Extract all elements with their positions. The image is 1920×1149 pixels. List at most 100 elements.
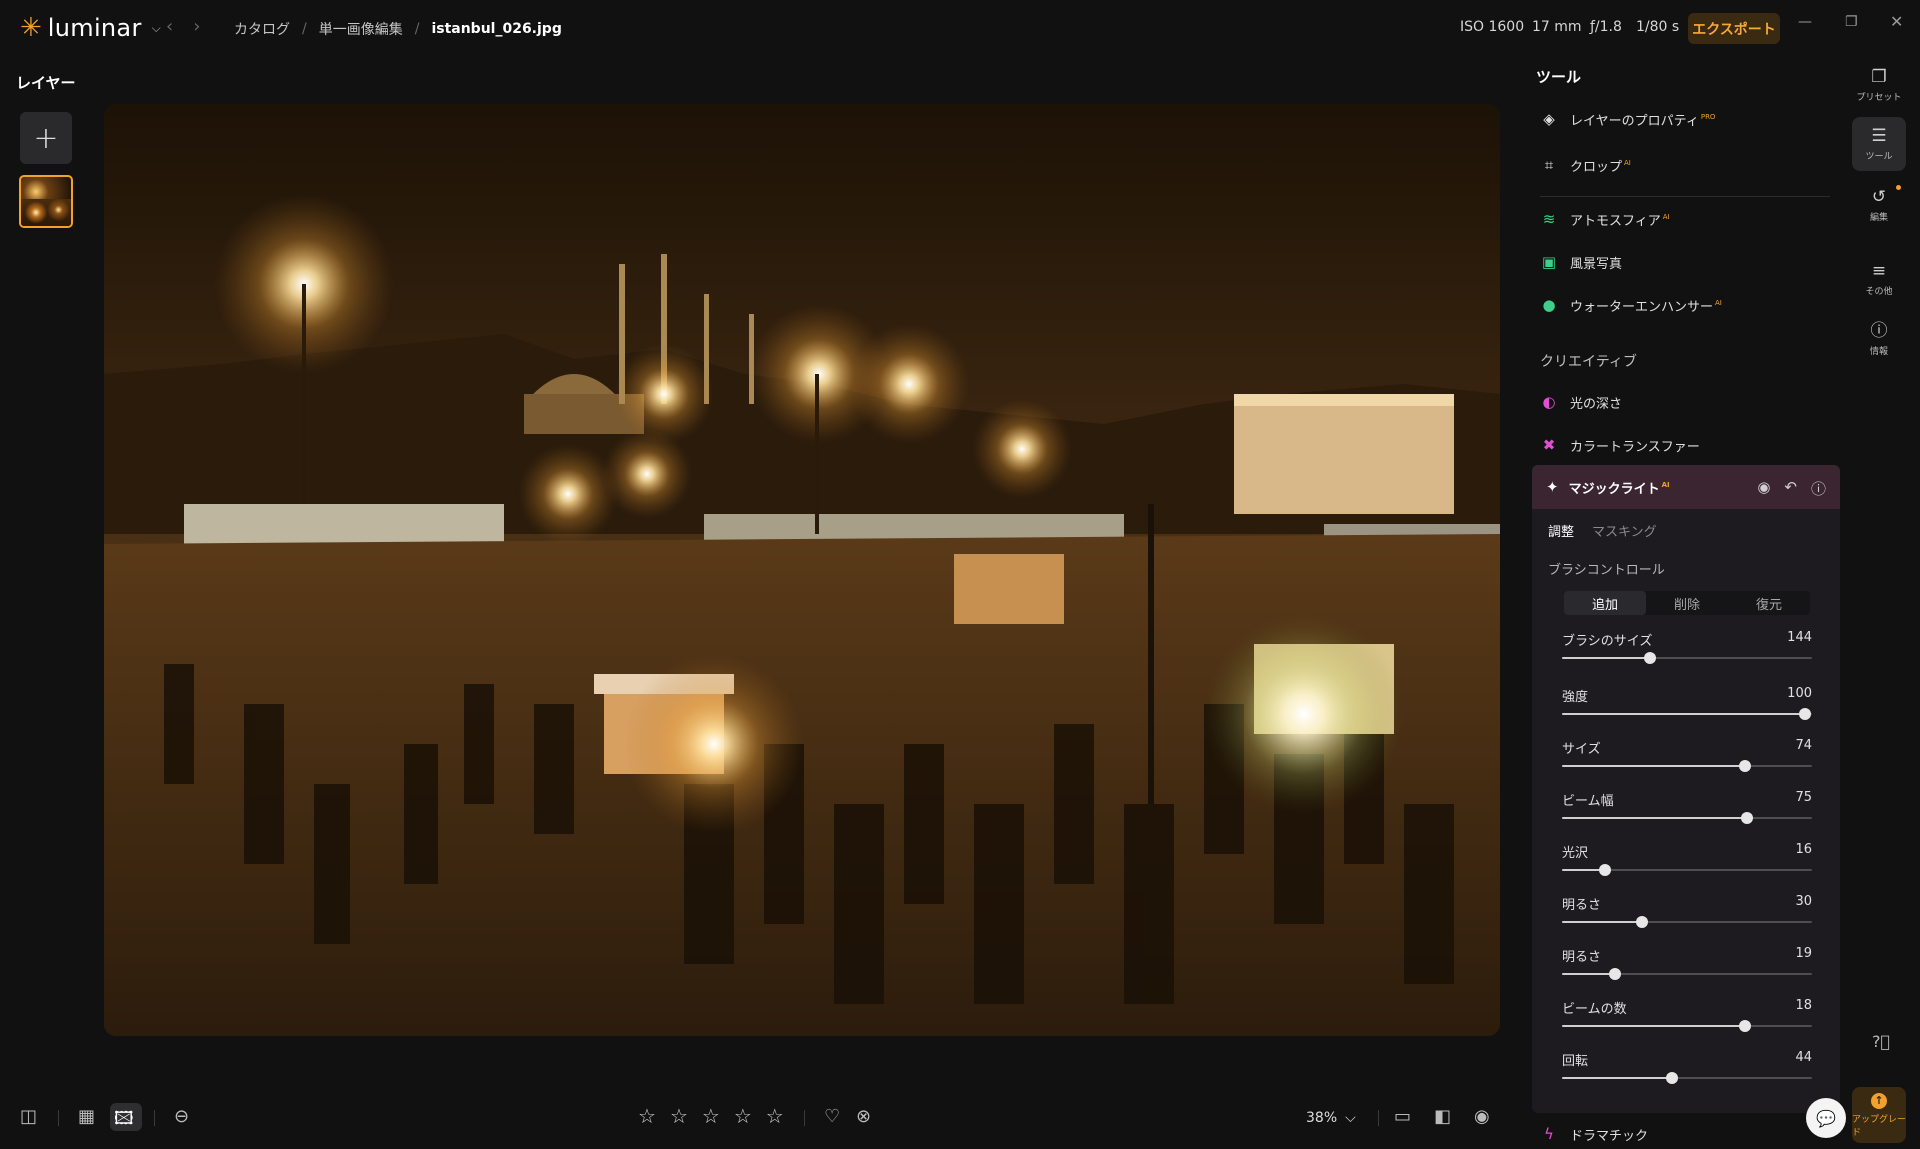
upgrade-button[interactable]: ↑ アップグレード — [1852, 1087, 1906, 1143]
slider-row: 強度 100 — [1562, 686, 1812, 726]
slider-track[interactable] — [1562, 708, 1812, 720]
slider-knob[interactable] — [1666, 1072, 1678, 1084]
back-arrow-icon[interactable]: ‹ — [166, 16, 173, 37]
slider-knob[interactable] — [1738, 760, 1751, 772]
tab-adjust[interactable]: 調整 — [1548, 521, 1574, 540]
tool-light-depth[interactable]: ◐ 光の深さ — [1540, 387, 1622, 417]
slider-knob[interactable] — [1636, 916, 1648, 928]
slider-track[interactable] — [1562, 1072, 1812, 1084]
chat-bubble-icon[interactable]: 💬 — [1806, 1098, 1846, 1138]
list-icon: ≡ — [1871, 260, 1887, 281]
sliders-icon: ☰ — [1871, 125, 1887, 146]
zoom-selector[interactable]: 38% ⌵ — [1306, 1110, 1356, 1126]
breadcrumb-filename: istanbul_026.jpg — [431, 21, 562, 37]
magic-light-header[interactable]: ✦ マジックライト AI ◉ ↶ ⓘ — [1532, 465, 1840, 509]
slider-track[interactable] — [1562, 812, 1812, 824]
landscape-icon: ▣ — [1541, 253, 1557, 271]
slider-label: ビーム幅 — [1562, 794, 1614, 809]
star-icon[interactable]: ☆ — [734, 1104, 752, 1128]
slider-knob[interactable] — [1598, 864, 1611, 876]
slider-knob[interactable] — [1798, 708, 1811, 720]
slider-knob[interactable] — [1738, 1020, 1751, 1032]
slider-track[interactable] — [1562, 968, 1812, 980]
divider — [1540, 196, 1830, 197]
tool-water-enhancer[interactable]: ● ウォーターエンハンサー AI — [1540, 290, 1721, 320]
slider-track[interactable] — [1562, 1020, 1812, 1032]
star-icon[interactable]: ☆ — [702, 1104, 720, 1128]
rail-more[interactable]: ≡ その他 — [1852, 252, 1906, 306]
forward-arrow-icon[interactable]: › — [193, 16, 200, 37]
star-rating: ☆ ☆ ☆ ☆ ☆ — [638, 1104, 784, 1128]
ai-badge: AI — [1624, 159, 1631, 168]
visibility-eye-icon[interactable]: ◉ — [1757, 478, 1770, 499]
slider-knob[interactable] — [1608, 968, 1621, 980]
slider-track[interactable] — [1562, 916, 1812, 928]
rail-tools[interactable]: ☰ ツール — [1852, 117, 1906, 171]
minimize-icon[interactable]: — — [1798, 14, 1812, 30]
tool-layer-properties[interactable]: ◈ レイヤーのプロパティ PRO — [1540, 104, 1715, 134]
info-icon[interactable]: ⓘ — [1811, 478, 1826, 499]
tool-landscape[interactable]: ▣ 風景写真 — [1540, 247, 1622, 277]
add-layer-button[interactable]: + — [20, 112, 72, 164]
brush-mode-restore[interactable]: 復元 — [1728, 591, 1810, 615]
grid-view-icon[interactable]: ▦ — [78, 1106, 95, 1127]
ai-badge: AI — [1662, 213, 1670, 222]
star-icon[interactable]: ☆ — [638, 1104, 656, 1128]
rail-label: 編集 — [1869, 212, 1888, 223]
favorite-heart-icon[interactable]: ♡ — [824, 1106, 840, 1127]
tool-label: クロップ — [1570, 159, 1623, 175]
tool-label: ウォーターエンハンサー — [1570, 299, 1714, 315]
tool-crop[interactable]: ⌗ クロップ AI — [1540, 150, 1631, 180]
star-icon[interactable]: ☆ — [670, 1104, 688, 1128]
slider-label: ビームの数 — [1562, 1002, 1627, 1017]
tab-masking[interactable]: マスキング — [1592, 521, 1657, 540]
slider-track[interactable] — [1562, 760, 1812, 772]
brush-mode-erase[interactable]: 削除 — [1646, 591, 1728, 615]
main-photo[interactable] — [104, 104, 1500, 1036]
slider-track[interactable] — [1562, 652, 1812, 664]
slider-knob[interactable] — [1741, 812, 1753, 824]
tool-atmosphere[interactable]: ≋ アトモスフィア AI — [1540, 204, 1670, 234]
magic-light-tabs: 調整 マスキング — [1548, 521, 1657, 540]
slider-track[interactable] — [1562, 864, 1812, 876]
slider-fill — [1562, 817, 1747, 819]
breadcrumb-single-edit[interactable]: 単一画像編集 — [319, 19, 403, 39]
export-button[interactable]: エクスポート — [1688, 13, 1780, 44]
rail-presets[interactable]: ❐ プリセット — [1852, 58, 1906, 112]
filmstrip-icon[interactable]: ▭ — [1394, 1106, 1411, 1127]
slider-fill — [1562, 765, 1745, 767]
rail-label: プリセット — [1856, 92, 1902, 103]
slider-value: 100 — [1787, 686, 1812, 701]
close-icon[interactable]: ✕ — [1890, 12, 1903, 31]
photo-canvas — [104, 104, 1500, 1036]
more-options-icon[interactable]: ⊖ — [174, 1106, 189, 1127]
toggle-sidebar-icon[interactable]: ◫ — [20, 1106, 37, 1127]
help-icon[interactable]: ?⃝ — [1872, 1032, 1890, 1051]
tool-label: 光の深さ — [1570, 396, 1623, 412]
slider-label: 強度 — [1562, 690, 1589, 705]
layers-title: レイヤー — [16, 74, 76, 92]
reject-icon[interactable]: ⊗ — [856, 1106, 871, 1127]
breadcrumb-catalog[interactable]: カタログ — [234, 19, 290, 39]
slider-label: ブラシのサイズ — [1562, 634, 1653, 649]
tool-color-transfer[interactable]: ✖ カラートランスファー — [1540, 430, 1700, 460]
divider — [154, 1110, 155, 1126]
reset-undo-icon[interactable]: ↶ — [1784, 478, 1797, 499]
zoom-level: 38% — [1306, 1110, 1338, 1126]
rail-info[interactable]: ⓘ 情報 — [1852, 312, 1906, 366]
layer-thumbnail[interactable] — [19, 175, 73, 228]
light-depth-icon: ◐ — [1542, 393, 1556, 411]
slider-row: 明るさ 19 — [1562, 946, 1812, 986]
restore-icon[interactable]: ❐ — [1845, 14, 1858, 30]
app-logo[interactable]: ✳ luminar ⌵ — [20, 14, 161, 42]
preview-eye-icon[interactable]: ◉ — [1474, 1106, 1490, 1127]
slider-row: 光沢 16 — [1562, 842, 1812, 882]
layers-icon: ◈ — [1543, 110, 1555, 128]
tool-dramatic[interactable]: ϟ ドラマチック — [1540, 1119, 1648, 1149]
sparkle-icon: ✦ — [1546, 478, 1559, 496]
star-icon[interactable]: ☆ — [766, 1104, 784, 1128]
brush-mode-add[interactable]: 追加 — [1564, 591, 1646, 615]
single-image-view-icon[interactable]: 🖾 — [114, 1106, 134, 1136]
slider-knob[interactable] — [1643, 652, 1656, 664]
compare-icon[interactable]: ◧ — [1434, 1106, 1451, 1127]
